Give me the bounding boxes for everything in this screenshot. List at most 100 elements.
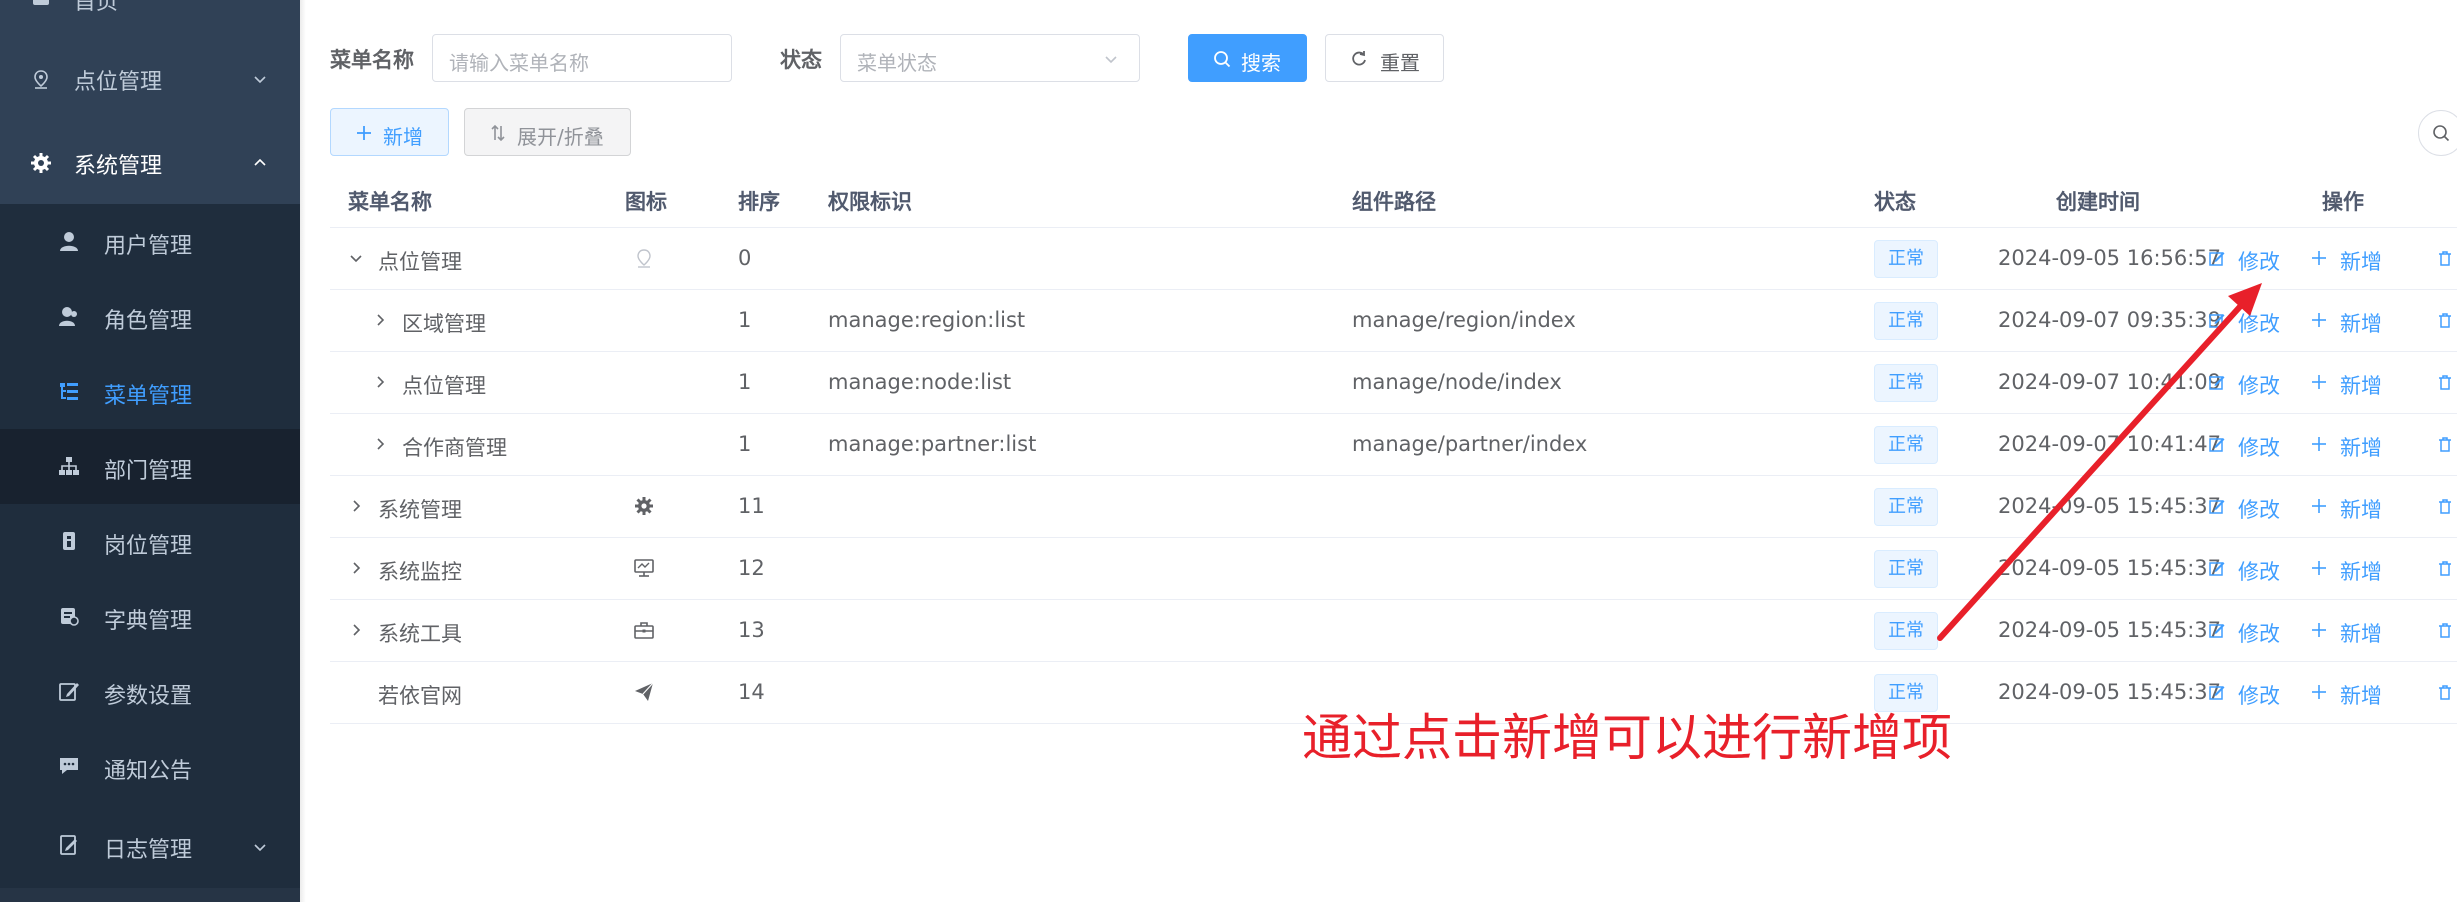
sidebar-item-label: 岗位管理 <box>104 534 193 559</box>
chevron-down-icon[interactable] <box>348 250 364 266</box>
monitor-icon <box>634 559 654 577</box>
add-child-link[interactable]: 新增 <box>2312 246 2382 276</box>
edit-link[interactable]: 修改 <box>2209 494 2280 524</box>
edit-icon <box>2209 438 2225 452</box>
status-badge: 正常 <box>1874 240 1938 278</box>
edit-settings-icon <box>59 683 79 701</box>
table-row: 合作商管理 1 manage:partner:list manage/partn… <box>330 414 2457 476</box>
menu-order: 1 <box>738 432 752 456</box>
table-row: 点位管理 0 正常 2024-09-05 16:56:57 修改 新增 <box>330 228 2457 290</box>
sidebar-item-log[interactable]: 日志管理 <box>0 804 300 888</box>
sidebar-item-location[interactable]: 点位管理 <box>0 36 300 122</box>
chevron-up-icon <box>254 158 266 166</box>
add-button[interactable]: 新增 <box>330 108 449 156</box>
sidebar-item-dept[interactable]: 部门管理 <box>0 429 300 504</box>
sidebar-item-system[interactable]: 系统管理 <box>0 120 300 206</box>
add-child-link-label: 新增 <box>2340 560 2382 584</box>
menu-name-label: 菜单名称 <box>330 48 414 72</box>
add-child-link[interactable]: 新增 <box>2312 680 2382 710</box>
status-badge: 正常 <box>1874 364 1938 402</box>
chevron-right-icon[interactable] <box>372 374 388 390</box>
add-child-link-label: 新增 <box>2340 312 2382 336</box>
expand-collapse-button[interactable]: 展开/折叠 <box>464 108 631 156</box>
created-time: 2024-09-07 10:41:47 <box>1998 432 2222 456</box>
sidebar-item-label: 参数设置 <box>104 684 193 709</box>
tree-table-icon <box>60 383 78 400</box>
table-row: 系统监控 12 正常 2024-09-05 15:45:37 修改 新增 <box>330 538 2457 600</box>
add-child-link-label: 新增 <box>2340 498 2382 522</box>
sidebar-item-config[interactable]: 参数设置 <box>0 654 300 729</box>
menu-order: 12 <box>738 556 765 580</box>
dictionary-icon <box>61 608 79 626</box>
edit-icon <box>2209 500 2225 514</box>
gear-icon <box>31 153 51 173</box>
refresh-icon <box>1352 51 1366 66</box>
menu-order: 13 <box>738 618 765 642</box>
home-icon <box>33 0 49 5</box>
column-header-actions: 操作 <box>2322 190 2364 214</box>
add-child-link[interactable]: 新增 <box>2312 618 2382 648</box>
edit-link[interactable]: 修改 <box>2209 432 2280 462</box>
status-select[interactable]: 菜单状态 <box>840 34 1140 82</box>
location-pin-icon <box>637 249 651 268</box>
sidebar-item-post[interactable]: 岗位管理 <box>0 504 300 579</box>
sidebar-item-role[interactable]: 角色管理 <box>0 279 300 354</box>
edit-link[interactable]: 修改 <box>2209 370 2280 400</box>
reset-button[interactable]: 重置 <box>1325 34 1444 82</box>
column-header-name: 菜单名称 <box>348 190 432 214</box>
add-child-link[interactable]: 新增 <box>2312 370 2382 400</box>
log-icon <box>60 835 77 855</box>
sidebar-shadow <box>300 0 306 902</box>
edit-link[interactable]: 修改 <box>2209 618 2280 648</box>
sidebar-item-dict[interactable]: 字典管理 <box>0 579 300 654</box>
edit-link[interactable]: 修改 <box>2209 556 2280 586</box>
add-child-link[interactable]: 新增 <box>2312 432 2382 462</box>
search-button[interactable]: 搜索 <box>1188 34 1307 82</box>
sidebar-item-notice[interactable]: 通知公告 <box>0 729 300 804</box>
trash-icon <box>2439 251 2451 266</box>
created-time: 2024-09-05 15:45:37 <box>1998 680 2222 704</box>
edit-icon <box>2209 376 2225 390</box>
sidebar-item-label: 日志管理 <box>104 838 193 863</box>
chevron-right-icon[interactable] <box>348 498 364 514</box>
status-badge: 正常 <box>1874 302 1938 340</box>
status-badge: 正常 <box>1874 550 1938 588</box>
table-row: 区域管理 1 manage:region:list manage/region/… <box>330 290 2457 352</box>
trash-icon <box>2439 313 2451 328</box>
sidebar-item-label: 首页 <box>74 0 119 15</box>
add-child-link-label: 新增 <box>2340 684 2382 708</box>
add-child-link[interactable]: 新增 <box>2312 494 2382 524</box>
edit-icon <box>2209 314 2225 328</box>
permission-key: manage:node:list <box>828 370 1012 394</box>
sidebar-footer <box>0 888 300 902</box>
table-row: 点位管理 1 manage:node:list manage/node/inde… <box>330 352 2457 414</box>
column-header-icon: 图标 <box>625 190 667 214</box>
edit-link[interactable]: 修改 <box>2209 246 2280 276</box>
add-child-link[interactable]: 新增 <box>2312 308 2382 338</box>
sidebar-item-menu[interactable]: 菜单管理 <box>0 354 300 429</box>
sidebar-item-label: 字典管理 <box>104 609 193 634</box>
chevron-right-icon[interactable] <box>372 436 388 452</box>
status-placeholder: 菜单状态 <box>857 51 937 75</box>
edit-link[interactable]: 修改 <box>2209 308 2280 338</box>
menu-name-input[interactable]: 请输入菜单名称 <box>432 34 732 82</box>
chevron-right-icon[interactable] <box>348 560 364 576</box>
plus-icon <box>2312 499 2326 513</box>
created-time: 2024-09-05 15:45:37 <box>1998 618 2222 642</box>
sidebar-item-label: 菜单管理 <box>104 384 193 409</box>
sidebar-item-label: 部门管理 <box>104 459 193 484</box>
edit-link-label: 修改 <box>2238 684 2280 708</box>
toggle-search-button[interactable] <box>2418 110 2457 156</box>
add-child-link-label: 新增 <box>2340 250 2382 274</box>
menu-name: 若依官网 <box>378 684 462 708</box>
sidebar-item-user[interactable]: 用户管理 <box>0 204 300 279</box>
add-child-link[interactable]: 新增 <box>2312 556 2382 586</box>
created-time: 2024-09-07 10:41:09 <box>1998 370 2222 394</box>
add-child-link-label: 新增 <box>2340 436 2382 460</box>
edit-link[interactable]: 修改 <box>2209 680 2280 710</box>
chevron-right-icon[interactable] <box>348 622 364 638</box>
chevron-right-icon[interactable] <box>372 312 388 328</box>
status-badge: 正常 <box>1874 488 1938 526</box>
sidebar-item-label: 用户管理 <box>104 234 193 259</box>
edit-link-label: 修改 <box>2238 498 2280 522</box>
